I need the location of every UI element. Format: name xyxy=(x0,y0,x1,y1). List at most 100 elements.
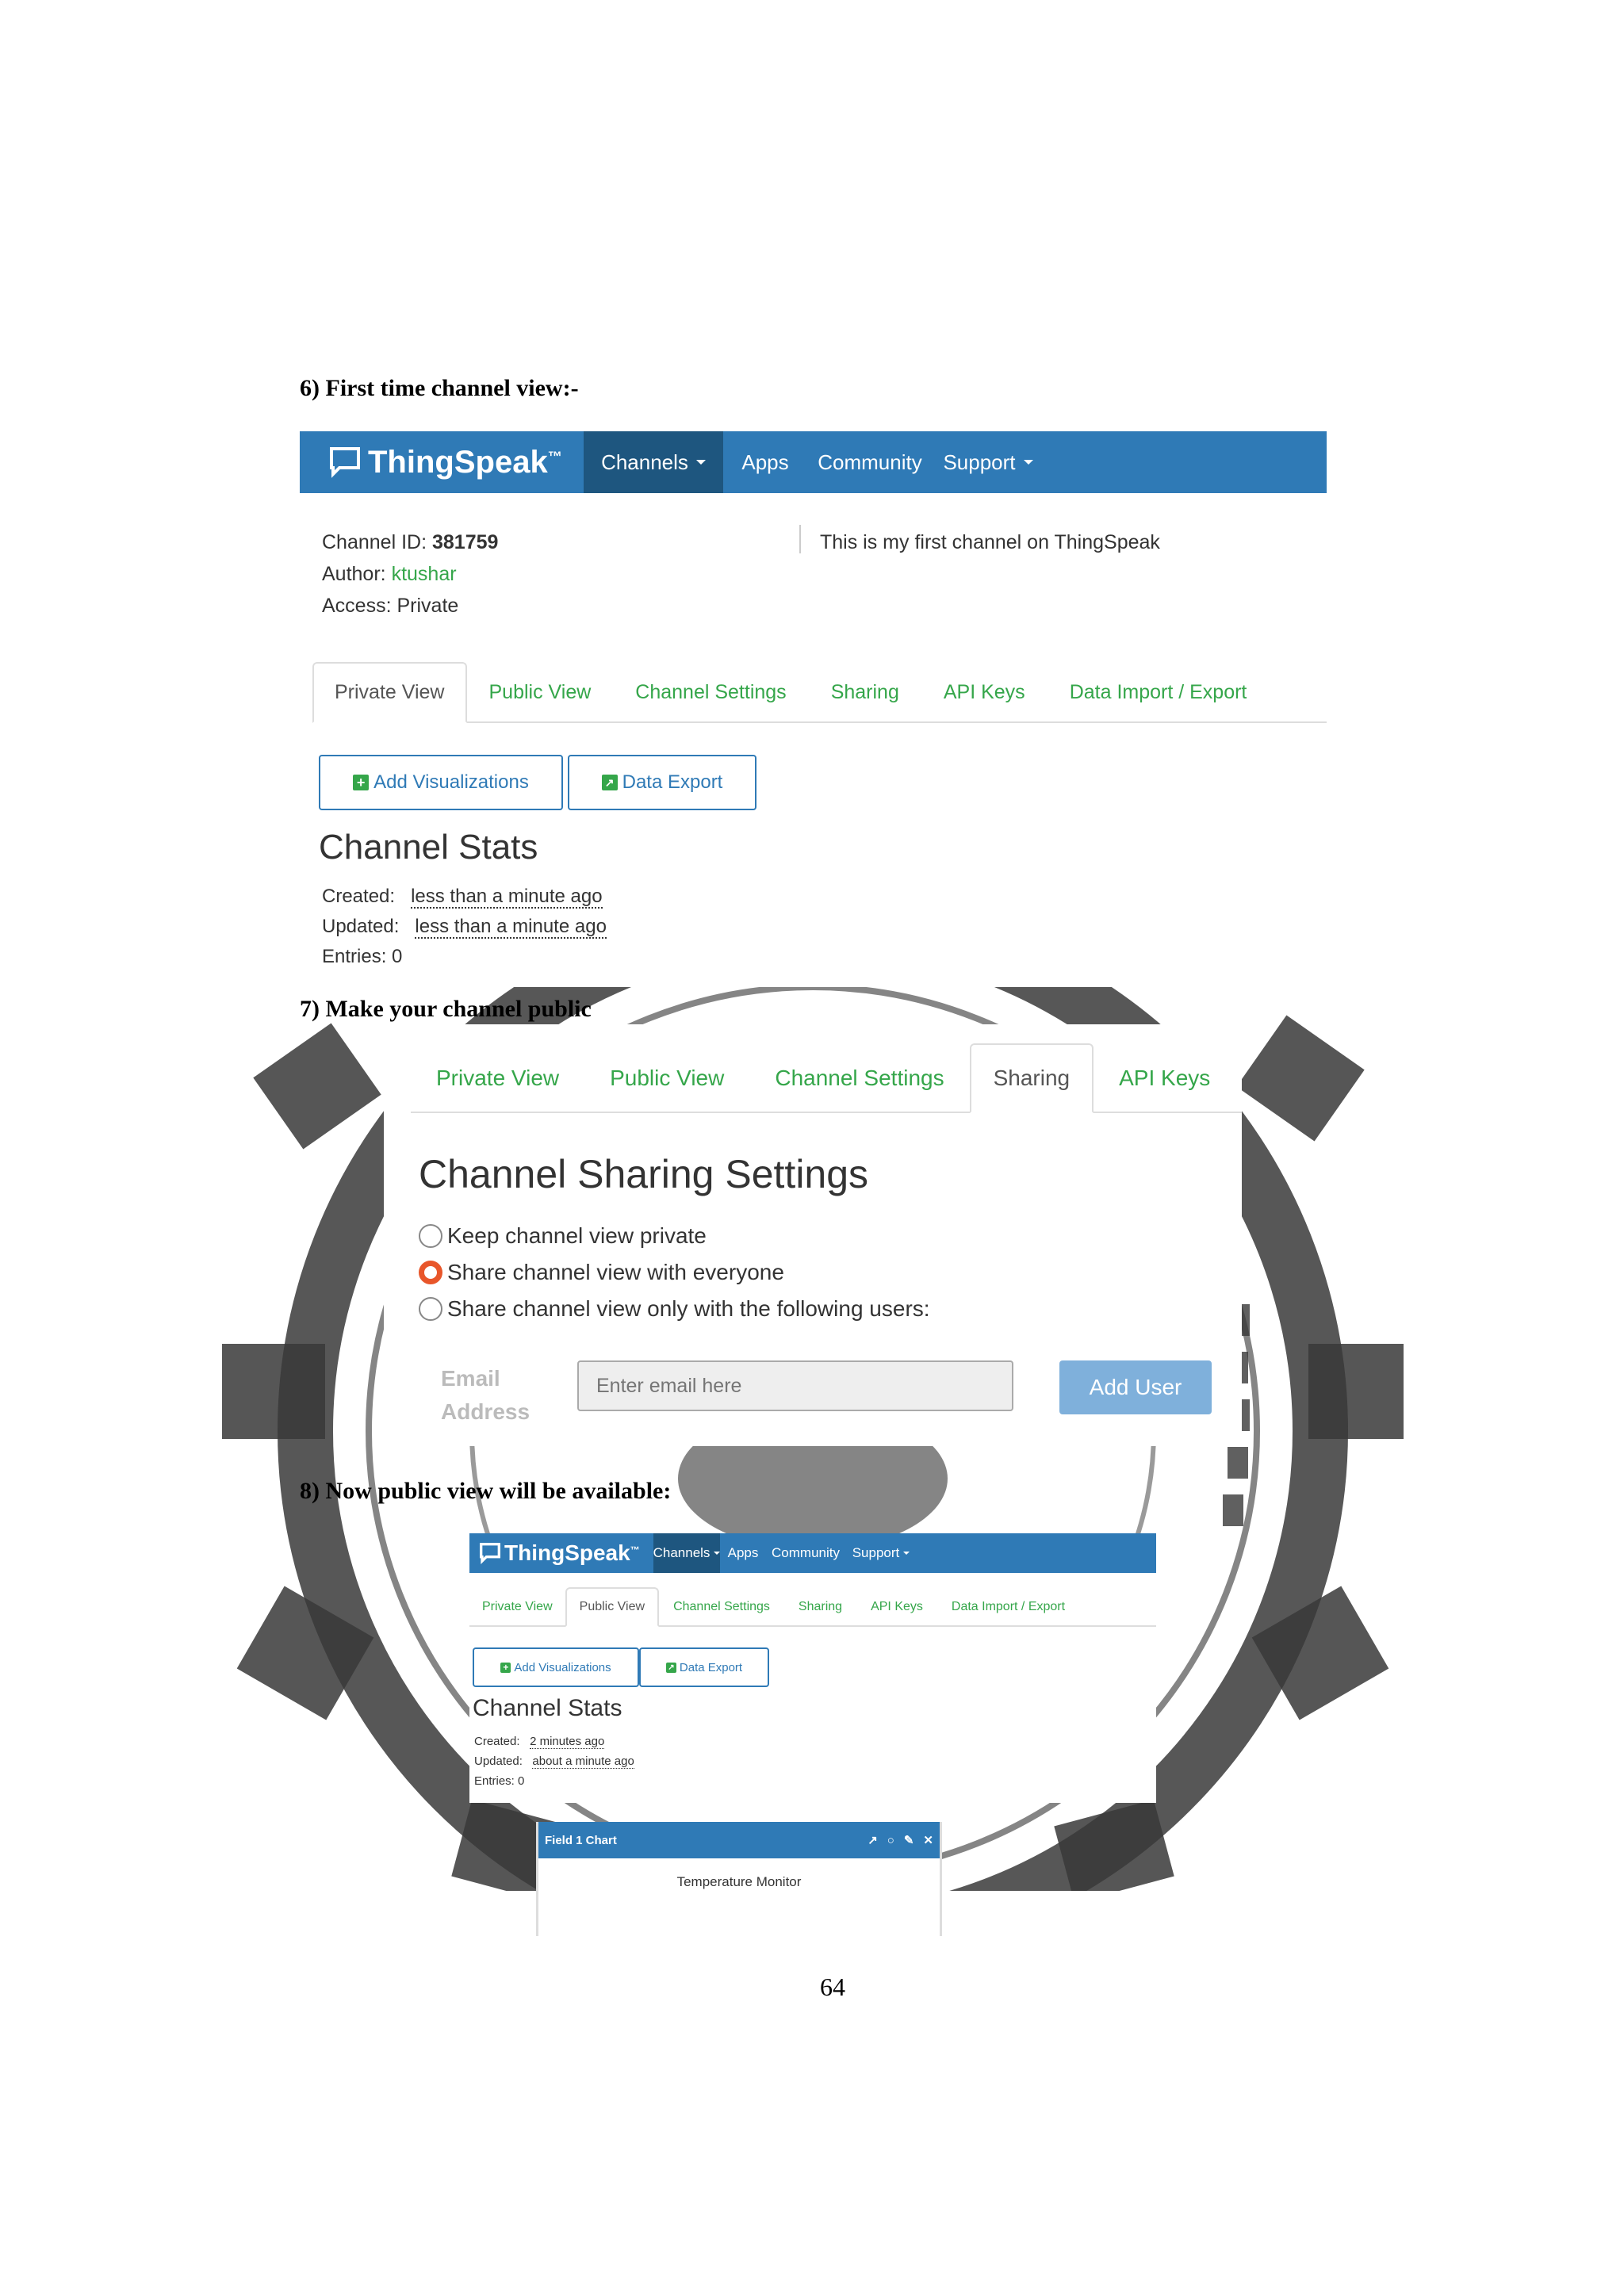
tab-sharing[interactable]: Sharing xyxy=(969,1043,1094,1113)
data-export-button[interactable]: ↗ Data Export xyxy=(639,1647,769,1687)
export-icon: ↗ xyxy=(601,775,618,790)
nav-support-label: Support xyxy=(852,1545,900,1560)
nav-support-label: Support xyxy=(943,450,1016,474)
tab-private-view[interactable]: Private View xyxy=(312,662,467,723)
updated-label: Updated: xyxy=(474,1755,523,1768)
close-icon[interactable]: ✕ xyxy=(923,1833,933,1847)
nav-channels[interactable]: Channels xyxy=(584,431,723,493)
email-input[interactable] xyxy=(577,1360,1013,1411)
email-label-line2: Address xyxy=(441,1399,530,1424)
nav-channels[interactable]: Channels xyxy=(653,1533,721,1573)
option-share-users[interactable]: Share channel view only with the followi… xyxy=(419,1291,930,1327)
tab-data-import-export[interactable]: Data Import / Export xyxy=(1048,664,1270,721)
brand-tm: ™ xyxy=(630,1544,640,1556)
sharing-tabs: Private View Public View Channel Setting… xyxy=(411,1042,1242,1113)
divider xyxy=(799,525,801,553)
nav-apps-label: Apps xyxy=(741,450,789,474)
plus-square-icon: + xyxy=(353,775,370,790)
radio-button[interactable] xyxy=(419,1297,442,1321)
export-icon: ↗ xyxy=(665,1662,676,1673)
tab-public-view[interactable]: Public View xyxy=(565,1587,660,1627)
navbar: ThingSpeak ™ Channels Apps Community Sup… xyxy=(300,431,1327,493)
stats-updated-row: Updated: about a minute ago xyxy=(474,1751,634,1771)
caret-down-icon xyxy=(695,460,706,465)
external-link-icon[interactable]: ↗ xyxy=(868,1833,878,1847)
nav-support[interactable]: Support xyxy=(845,1533,917,1573)
tab-api-keys[interactable]: API Keys xyxy=(856,1589,937,1625)
screenshot-sharing: Private View Public View Channel Setting… xyxy=(384,1024,1242,1446)
channel-id-value: 381759 xyxy=(431,531,499,553)
nav-community[interactable]: Community xyxy=(766,1533,845,1573)
option-keep-private[interactable]: Keep channel view private xyxy=(419,1218,930,1254)
field-chart-header: Field 1 Chart ↗ ○ ✎ ✕ xyxy=(538,1822,940,1858)
email-address-label: Email Address xyxy=(441,1362,530,1429)
email-label-line1: Email xyxy=(441,1366,500,1391)
tab-api-keys[interactable]: API Keys xyxy=(921,664,1048,721)
option-share-everyone[interactable]: Share channel view with everyone xyxy=(419,1254,930,1291)
data-export-button[interactable]: ↗ Data Export xyxy=(568,755,756,810)
plus-square-icon: + xyxy=(500,1662,511,1673)
page-number: 64 xyxy=(820,1973,845,2001)
navbar-small: ThingSpeak ™ Channels Apps Community Sup… xyxy=(469,1533,1156,1573)
option-share-users-label: Share channel view only with the followi… xyxy=(447,1296,930,1321)
created-value: 2 minutes ago xyxy=(530,1735,605,1749)
tab-private-view[interactable]: Private View xyxy=(469,1589,565,1625)
tab-channel-settings[interactable]: Channel Settings xyxy=(659,1589,784,1625)
add-user-button[interactable]: Add User xyxy=(1059,1360,1212,1414)
access-label: Access: xyxy=(322,595,392,617)
radio-button-selected[interactable] xyxy=(419,1261,442,1284)
tab-private-view[interactable]: Private View xyxy=(411,1045,584,1112)
thingspeak-logo[interactable]: ThingSpeak ™ xyxy=(469,1533,653,1573)
brand-name: ThingSpeak xyxy=(368,444,548,480)
nav-apps[interactable]: Apps xyxy=(720,1533,766,1573)
sharing-title: Channel Sharing Settings xyxy=(419,1152,869,1196)
tab-channel-settings[interactable]: Channel Settings xyxy=(749,1045,969,1112)
channel-stats-list: Created: less than a minute ago Updated:… xyxy=(322,882,607,972)
tab-api-keys[interactable]: API Keys xyxy=(1094,1045,1235,1112)
tab-public-view[interactable]: Public View xyxy=(467,664,614,721)
author-label: Author: xyxy=(322,563,386,585)
tab-sharing[interactable]: Sharing xyxy=(809,664,921,721)
add-visualizations-label: Add Visualizations xyxy=(514,1660,611,1674)
tab-public-view[interactable]: Public View xyxy=(584,1045,749,1112)
author-row: Author: ktushar xyxy=(322,558,498,590)
radio-button[interactable] xyxy=(419,1224,442,1248)
add-visualizations-button[interactable]: + Add Visualizations xyxy=(319,755,563,810)
channel-stats-list: Created: 2 minutes ago Updated: about a … xyxy=(474,1732,634,1791)
author-link[interactable]: ktushar xyxy=(392,563,457,585)
stats-created-row: Created: less than a minute ago xyxy=(322,882,607,912)
tab-channel-settings[interactable]: Channel Settings xyxy=(613,664,808,721)
thingspeak-logo[interactable]: ThingSpeak ™ xyxy=(300,431,584,493)
heading-make-public: 7) Make your channel public xyxy=(300,996,592,1022)
caret-down-icon xyxy=(1023,460,1033,465)
add-visualizations-label: Add Visualizations xyxy=(373,771,529,793)
comment-icon[interactable]: ○ xyxy=(887,1834,894,1847)
brand-name: ThingSpeak xyxy=(504,1540,630,1565)
updated-value: about a minute ago xyxy=(532,1755,634,1769)
stats-created-row: Created: 2 minutes ago xyxy=(474,1732,634,1751)
screenshot-public-view: ThingSpeak ™ Channels Apps Community Sup… xyxy=(469,1533,1156,1803)
created-value: less than a minute ago xyxy=(411,886,603,909)
data-export-label: Data Export xyxy=(679,1660,743,1674)
heading-public-view-available: 8) Now public view will be available: xyxy=(300,1478,672,1504)
nav-support[interactable]: Support xyxy=(933,431,1044,493)
add-visualizations-button[interactable]: + Add Visualizations xyxy=(473,1647,639,1687)
nav-apps[interactable]: Apps xyxy=(723,431,807,493)
tab-data-import-export[interactable]: Data Import / Export xyxy=(937,1589,1079,1625)
pencil-icon[interactable]: ✎ xyxy=(904,1833,914,1847)
nav-channels-label: Channels xyxy=(601,450,688,474)
public-view-tabs: Private View Public View Channel Setting… xyxy=(469,1587,1156,1627)
nav-apps-label: Apps xyxy=(727,1545,759,1560)
heading-first-channel-view: 6) First time channel view:- xyxy=(300,375,579,401)
field-chart-title: Temperature Monitor xyxy=(676,1874,802,1889)
created-label: Created: xyxy=(474,1735,520,1748)
created-label: Created: xyxy=(322,886,396,907)
updated-value: less than a minute ago xyxy=(415,916,607,939)
channel-id-label: Channel ID: xyxy=(322,531,427,553)
option-share-everyone-label: Share channel view with everyone xyxy=(447,1260,784,1284)
tab-sharing[interactable]: Sharing xyxy=(784,1589,856,1625)
channel-stats-title: Channel Stats xyxy=(473,1695,622,1721)
nav-community-label: Community xyxy=(818,450,922,474)
nav-community[interactable]: Community xyxy=(807,431,933,493)
access-row: Access: Private xyxy=(322,590,498,622)
